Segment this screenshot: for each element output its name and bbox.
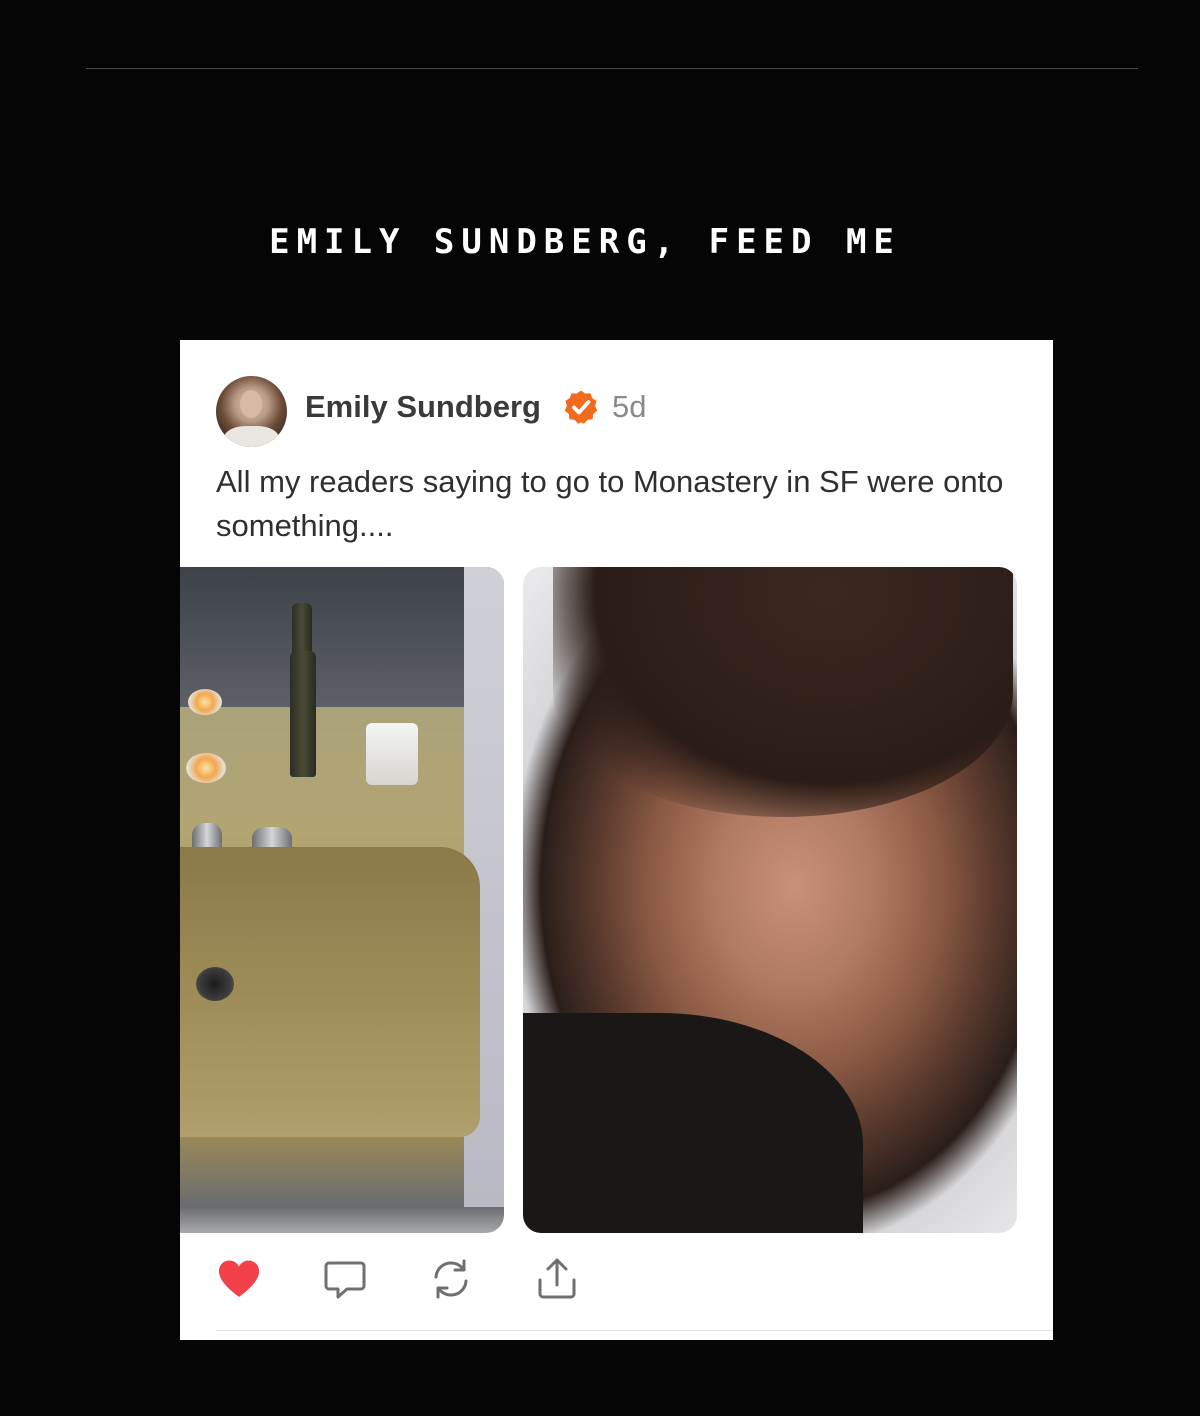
- bottle: [290, 651, 316, 777]
- top-divider: [86, 68, 1138, 69]
- comment-bubble-shape: [324, 1261, 366, 1299]
- post-text: All my readers saying to go to Monastery…: [216, 464, 1004, 543]
- comment-bubble-icon[interactable]: [322, 1256, 368, 1302]
- photo-shirt: [523, 1013, 863, 1233]
- sink-drain: [196, 967, 234, 1001]
- photo-hair: [553, 567, 1013, 817]
- photo-face[interactable]: [523, 567, 1017, 1233]
- refresh-arrows-icon[interactable]: [428, 1256, 474, 1302]
- candle: [186, 753, 226, 783]
- refresh-arrow-top: [434, 1259, 466, 1279]
- author-name[interactable]: Emily Sundberg: [305, 388, 541, 426]
- candle: [188, 689, 222, 715]
- glass-candle: [366, 723, 418, 785]
- verified-badge-shape: [564, 390, 598, 424]
- post-divider: [216, 1330, 1053, 1331]
- post-card: Emily Sundberg 5d All my readers saying …: [180, 340, 1053, 1340]
- share-arrow: [546, 1258, 568, 1287]
- sink-mirror: [180, 567, 470, 707]
- photo-sink[interactable]: [180, 567, 504, 1233]
- avatar-face: [240, 390, 262, 418]
- avatar-shirt: [224, 426, 279, 447]
- verified-check-badge-icon: [564, 390, 598, 424]
- share-upload-icon[interactable]: [534, 1256, 580, 1302]
- section-title: EMILY SUNDBERG, FEED ME: [269, 222, 901, 262]
- avatar[interactable]: [216, 376, 287, 447]
- heart-icon[interactable]: [216, 1256, 262, 1302]
- post-age[interactable]: 5d: [612, 388, 646, 426]
- heart-shape: [218, 1260, 260, 1297]
- refresh-arrow-bottom: [436, 1279, 468, 1299]
